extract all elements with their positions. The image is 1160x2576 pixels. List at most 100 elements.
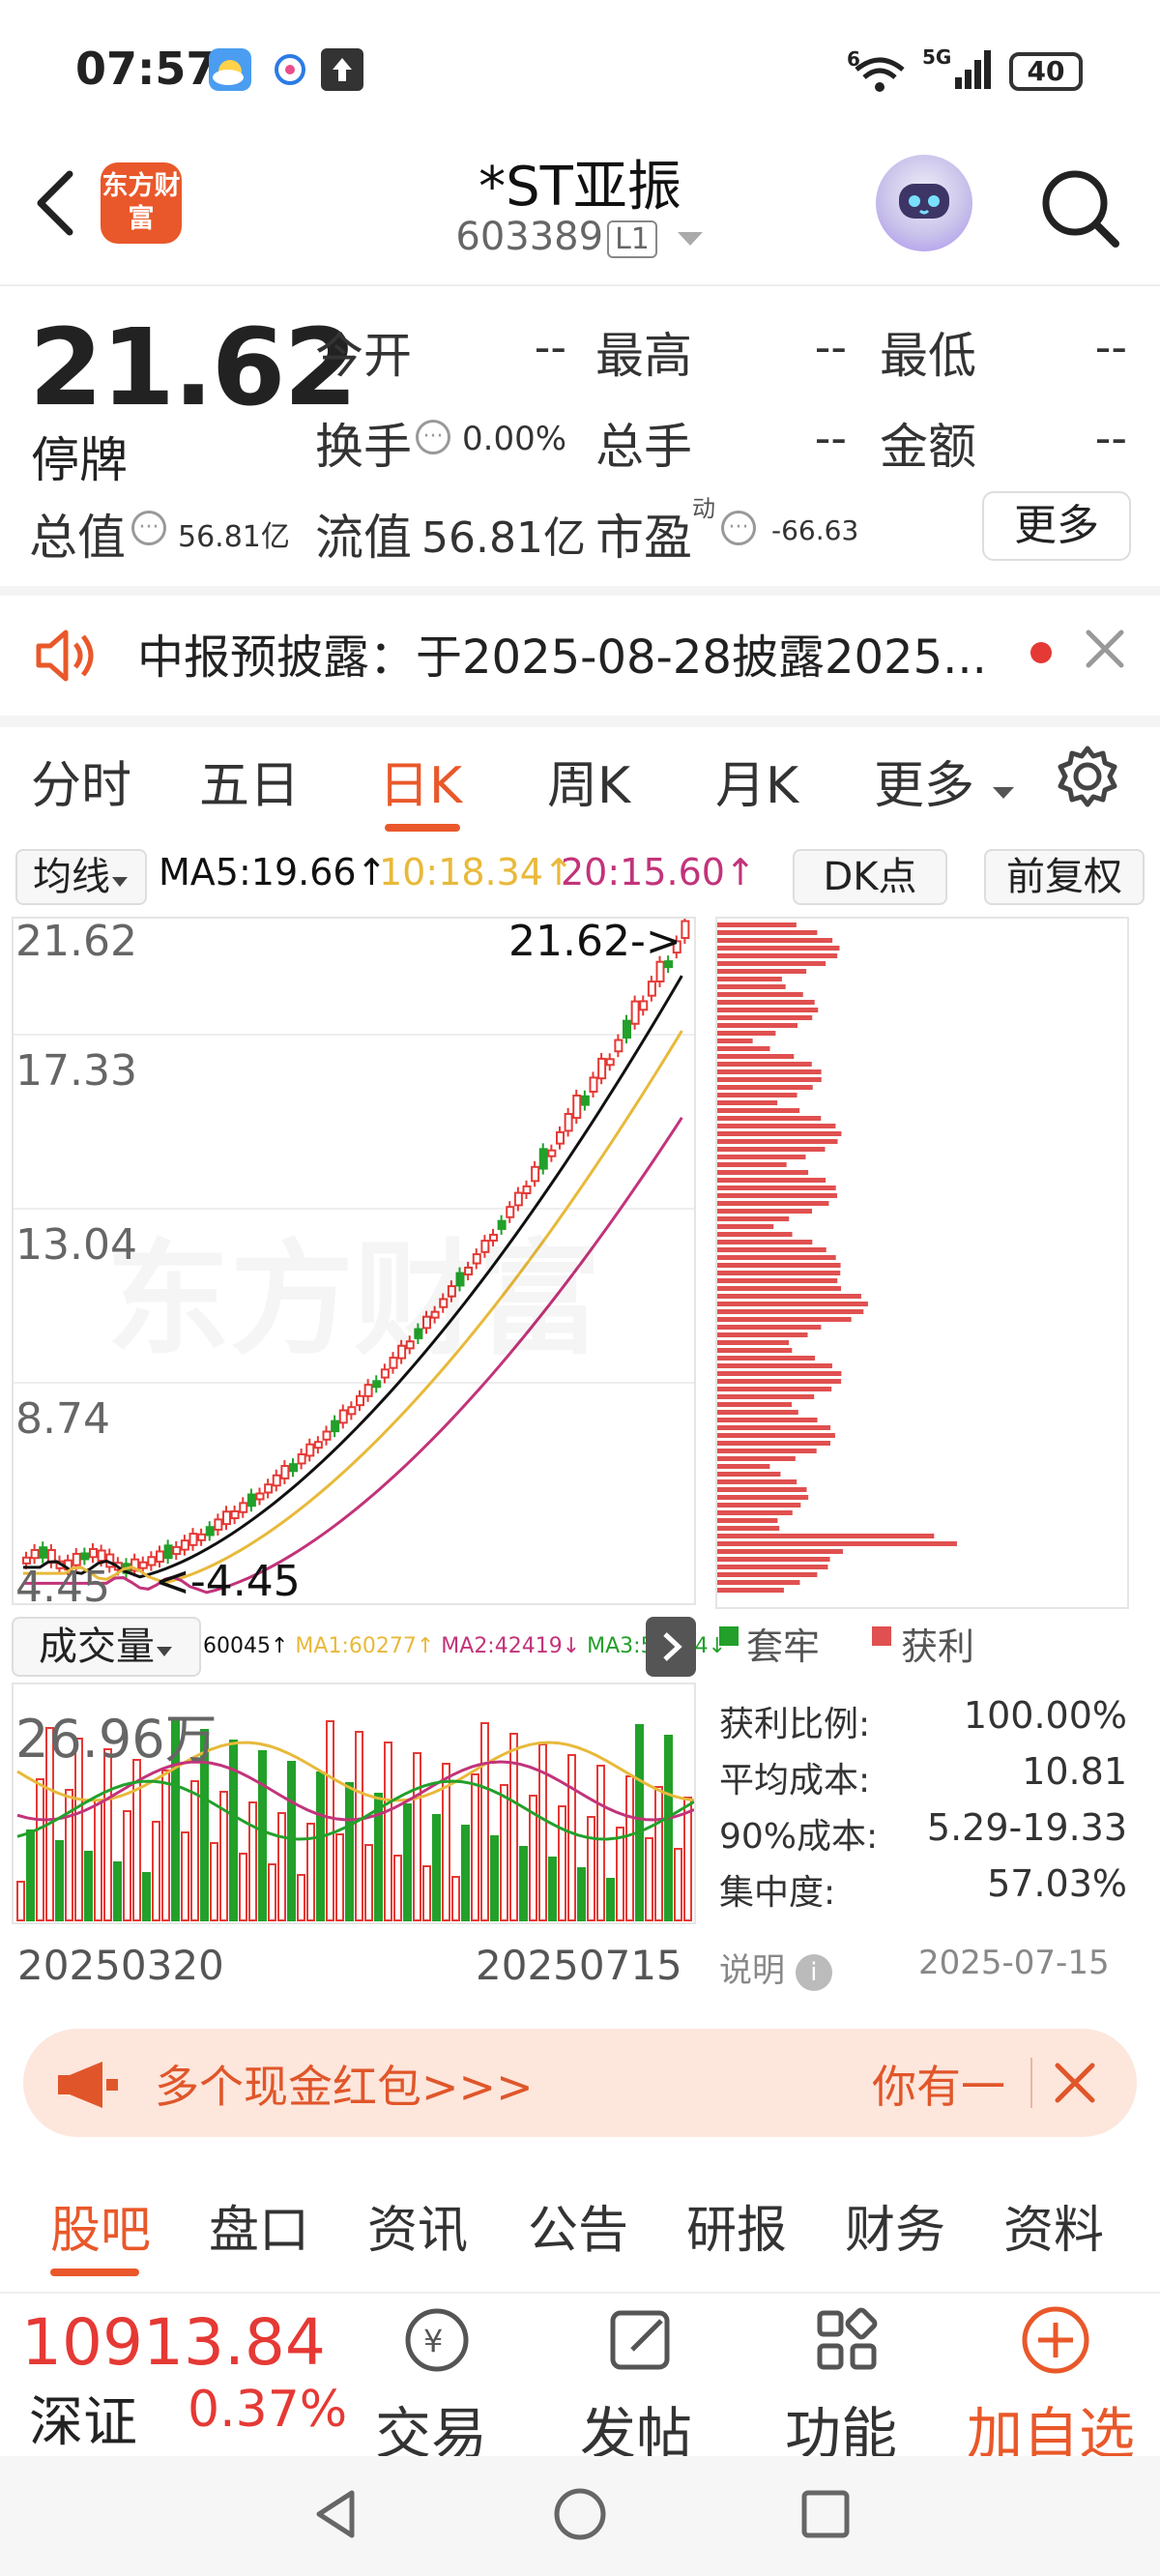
svg-text:5G: 5G xyxy=(922,45,951,69)
chip-note-button[interactable]: 说明 i xyxy=(719,1944,832,1991)
candle-body xyxy=(30,1548,40,1560)
volume-bar xyxy=(635,1724,644,1921)
profit-ratio-label: 获利比例: xyxy=(719,1705,871,1744)
volume-dropdown[interactable]: 成交量 xyxy=(12,1617,201,1677)
chip-bar xyxy=(717,1286,842,1291)
ma10-value: 10:18.34↑ xyxy=(379,851,574,893)
ai-assistant-avatar[interactable] xyxy=(876,155,972,251)
volume-bar xyxy=(567,1754,576,1921)
volume-bar xyxy=(258,1750,267,1921)
active-bottom-tab-indicator xyxy=(50,2269,139,2276)
tab-five-day[interactable]: 五日 xyxy=(199,745,300,817)
chip-bar xyxy=(717,1294,861,1299)
volume-bar xyxy=(683,1797,692,1921)
search-button[interactable] xyxy=(1036,164,1123,251)
chip-bar xyxy=(717,1255,836,1260)
chip-bar xyxy=(717,1302,868,1306)
notice-close-button[interactable] xyxy=(1081,625,1129,677)
y-label-4: 8.74 xyxy=(15,1394,110,1444)
index-name[interactable]: 深证 xyxy=(29,2379,137,2457)
chip-bar xyxy=(717,1402,793,1407)
chip-bar xyxy=(717,984,786,989)
chip-bar xyxy=(717,938,833,943)
avg-cost-value: 10.81 xyxy=(1022,1750,1127,1793)
pe-info-icon[interactable]: ··· xyxy=(721,511,756,545)
header-divider xyxy=(0,284,1160,286)
nav-recents-icon[interactable] xyxy=(797,2485,855,2543)
nav-back-icon[interactable] xyxy=(307,2485,365,2543)
chip-bar xyxy=(717,1170,809,1175)
tab-news[interactable]: 资讯 xyxy=(367,2189,468,2262)
index-change: 0.37% xyxy=(188,2381,348,2439)
volume-bar xyxy=(451,1876,460,1921)
chevron-right-icon xyxy=(663,1632,682,1661)
tab-order-book[interactable]: 盘口 xyxy=(209,2189,309,2262)
system-nav-bar xyxy=(0,2456,1160,2576)
chart-settings-button[interactable] xyxy=(1054,743,1121,814)
chip-bar xyxy=(717,1495,809,1500)
volume-bar xyxy=(316,1771,325,1921)
tab-weekly-k[interactable]: 周K xyxy=(547,745,630,817)
volume-bar xyxy=(268,1863,276,1921)
nav-home-icon[interactable] xyxy=(551,2485,609,2543)
tab-intraday[interactable]: 分时 xyxy=(31,745,131,817)
adjust-mode-button[interactable]: 前复权 xyxy=(984,849,1145,905)
high-marker: 21.62-> xyxy=(508,917,682,966)
chip-bar xyxy=(717,977,782,981)
volume-bar xyxy=(210,1842,218,1921)
search-icon xyxy=(1042,170,1119,248)
total-value-info-icon[interactable]: ··· xyxy=(131,511,166,545)
tab-forum[interactable]: 股吧 xyxy=(50,2189,151,2262)
ma5-value: MA5:19.66↑ xyxy=(159,851,388,893)
chip-distribution-chart[interactable] xyxy=(715,917,1129,1609)
turnover-label: 换手 xyxy=(315,419,412,475)
caret-down-icon xyxy=(112,877,128,887)
volume-bar xyxy=(161,1770,170,1921)
tab-profile[interactable]: 资料 xyxy=(1003,2189,1104,2262)
chip-bar xyxy=(717,1077,822,1082)
candle-body xyxy=(522,1185,532,1194)
y-label-top: 21.62 xyxy=(15,917,137,966)
concentration-label: 集中度: xyxy=(719,1873,836,1913)
volume-bar xyxy=(664,1735,673,1921)
chip-bar xyxy=(717,1062,812,1067)
chip-bar xyxy=(717,1000,815,1005)
volume-bar xyxy=(480,1722,489,1921)
chip-bar xyxy=(717,1572,818,1577)
chip-bar xyxy=(717,992,803,997)
battery-icon: 40 xyxy=(1009,52,1083,91)
profit-ratio-value: 100.00% xyxy=(963,1694,1127,1737)
expand-indicator-button[interactable] xyxy=(646,1617,696,1677)
tab-financials[interactable]: 财务 xyxy=(845,2189,945,2262)
dk-point-button[interactable]: DK点 xyxy=(793,849,947,905)
stock-code-selector[interactable]: 603389 L1 xyxy=(0,215,1160,259)
close-icon xyxy=(1086,629,1124,668)
tab-announcements[interactable]: 公告 xyxy=(528,2189,628,2262)
tab-more[interactable]: 更多 xyxy=(874,745,1016,817)
banner-separator xyxy=(1030,2058,1032,2108)
chip-bar xyxy=(717,1054,795,1059)
volume-bar xyxy=(490,1835,499,1921)
candle-body xyxy=(188,1533,198,1546)
candle-body xyxy=(205,1526,215,1537)
volume-bar xyxy=(461,1825,470,1921)
pe-superscript: 动 xyxy=(692,495,715,522)
candle-body xyxy=(589,1076,598,1093)
vol-ma2: MA2:42419↓ xyxy=(441,1634,581,1658)
turnover-info-icon[interactable]: ··· xyxy=(416,420,450,454)
index-value[interactable]: 10913.84 xyxy=(21,2305,326,2380)
ma-dropdown[interactable]: 均线 xyxy=(15,849,147,905)
tab-monthly-k[interactable]: 月K xyxy=(715,745,798,817)
banner-close-button[interactable] xyxy=(1052,2060,1098,2110)
chip-bar xyxy=(717,1093,798,1098)
candle-body xyxy=(172,1545,182,1556)
chip-bar xyxy=(717,1472,781,1477)
float-value-label: 流值 xyxy=(315,510,412,566)
tab-research[interactable]: 研报 xyxy=(686,2189,787,2262)
watermark: 东方财富 xyxy=(106,1199,601,1378)
chip-bar xyxy=(717,1325,822,1330)
tab-daily-k[interactable]: 日K xyxy=(379,745,462,817)
chip-bar xyxy=(717,1278,838,1283)
more-quote-button[interactable]: 更多 xyxy=(982,491,1131,561)
volume-bar xyxy=(326,1720,334,1921)
